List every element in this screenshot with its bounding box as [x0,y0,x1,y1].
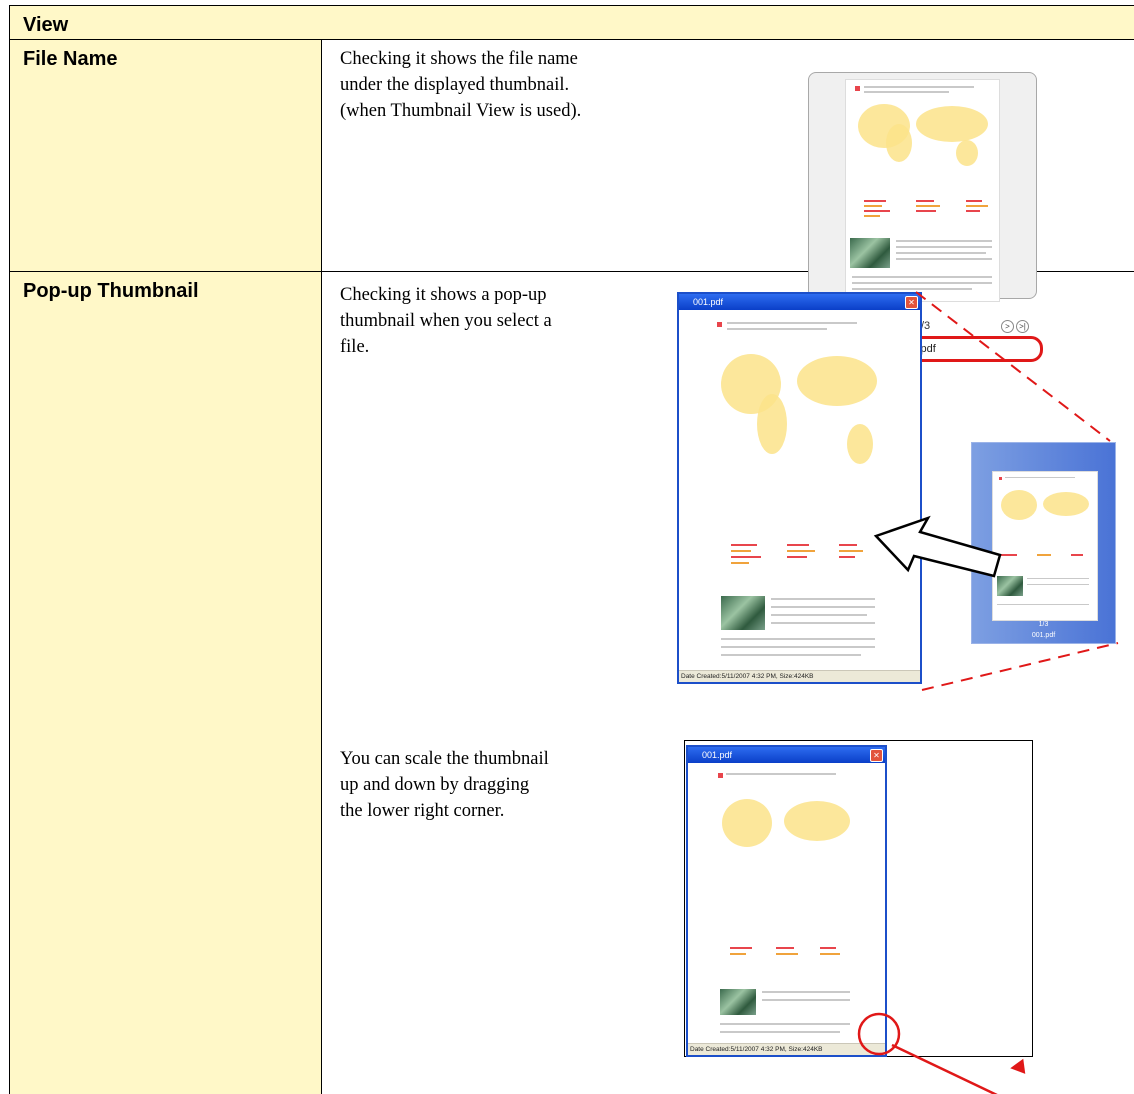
pointer-arrow-icon [873,515,1002,578]
resize-corner-circle [857,1012,901,1056]
drag-arrow-head-icon [1010,1058,1026,1074]
annotation-overlay [857,291,1119,1094]
